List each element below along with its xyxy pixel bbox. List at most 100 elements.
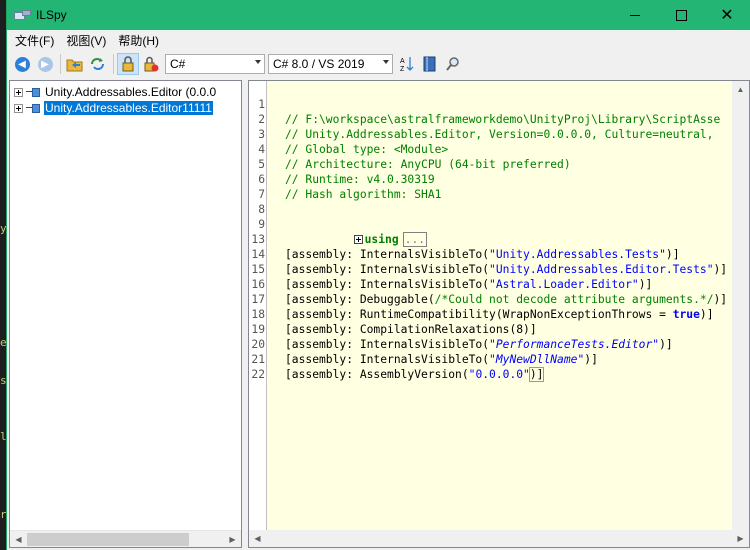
scroll-right-icon[interactable]: ▶ [732,530,749,547]
forward-button[interactable]: ▶ [34,53,56,75]
code-line: 2 // F:\workspace\astralframeworkdemo\Un… [249,112,749,127]
back-arrow-icon: ◀ [14,56,30,72]
search-button[interactable] [442,53,464,75]
search-icon [446,57,459,71]
open-button[interactable] [64,53,86,75]
code-line: 5 // Architecture: AnyCPU (64-bit prefer… [249,157,749,172]
show-all-api-toggle[interactable] [140,53,162,75]
expand-icon[interactable] [14,103,23,113]
line-number: 9 [258,218,265,231]
menu-bar: 文件(F) 视图(V) 帮助(H) [7,30,750,50]
ilspy-app-icon [14,9,31,21]
expand-icon[interactable] [14,87,23,97]
scroll-left-icon[interactable]: ◀ [249,530,266,547]
attribute-prefix: [assembly: InternalsVisibleTo( [285,353,490,366]
chevron-down-icon [383,60,389,64]
back-button[interactable]: ◀ [11,53,33,75]
title-bar[interactable]: ILSpy ✕ [7,0,750,30]
line-number: 17 [251,293,265,306]
comment-text: // Runtime: v4.0.30319 [285,173,435,186]
svg-text:Z: Z [400,66,405,73]
book-icon [423,56,436,72]
show-internal-api-toggle[interactable] [117,53,139,75]
manage-assembly-lists-button[interactable] [419,53,441,75]
scroll-track[interactable] [732,98,749,532]
line-number: 1 [258,98,265,111]
string-literal: "0.0.0.0" [468,368,530,381]
refresh-icon [91,58,104,70]
attribute-prefix: [assembly: CompilationRelaxations(8)] [285,323,537,336]
line-number: 7 [258,188,265,201]
menu-view[interactable]: 视图(V) [60,32,112,49]
comment-text: // Unity.Addressables.Editor, Version=0.… [285,128,714,141]
scroll-thumb[interactable] [27,532,189,546]
code-line: 21 [assembly: InternalsVisibleTo("MyNewD… [249,352,749,367]
attribute-prefix: [assembly: InternalsVisibleTo( [285,338,490,351]
forward-arrow-icon: ▶ [37,56,53,72]
comment-text: // Hash algorithm: SHA1 [285,188,442,201]
language-version-value: C# 8.0 / VS 2019 [273,57,365,71]
code-line: 7 // Hash algorithm: SHA1 [249,187,749,202]
lock-warning-icon [144,56,159,72]
attribute-prefix: [assembly: InternalsVisibleTo( [285,263,490,276]
code-line: 16 [assembly: InternalsVisibleTo("Astral… [249,277,749,292]
tree-item[interactable]: Unity.Addressables.Editor (0.0.0 [10,84,241,100]
comment-text: // Architecture: AnyCPU (64-bit preferre… [285,158,571,171]
line-number [249,382,265,397]
assembly-icon [26,87,40,97]
scroll-track[interactable] [27,531,224,548]
menu-file[interactable]: 文件(F) [9,32,60,49]
attribute-suffix: )] [584,353,598,366]
code-line [249,382,749,397]
line-number: 18 [251,308,265,321]
main-area: Unity.Addressables.Editor (0.0.0 Unity.A… [7,78,750,550]
attribute-suffix: )] [665,248,680,261]
assembly-icon [26,103,40,113]
scroll-left-icon[interactable]: ◀ [10,531,27,548]
attribute-suffix: )] [528,367,545,382]
expand-region-icon[interactable] [353,234,363,244]
sort-az-icon: A Z [400,57,414,73]
tree-horizontal-scrollbar[interactable]: ◀ ▶ [10,530,241,547]
tree-item[interactable]: Unity.Addressables.Editor11111 [10,100,241,116]
using-keyword: using [364,233,399,246]
scroll-right-icon[interactable]: ▶ [224,531,241,548]
code-editor[interactable]: 1 2 // F:\workspace\astralframeworkdemo\… [248,80,750,548]
language-select[interactable]: C# [165,54,265,74]
attribute-prefix: [assembly: RuntimeCompatibility(WrapNonE… [285,308,673,321]
scroll-up-icon[interactable]: ▲ [732,81,749,98]
attribute-prefix: [assembly: InternalsVisibleTo( [285,248,490,261]
language-value: C# [170,57,186,71]
chevron-down-icon [255,60,261,64]
editor-vertical-scrollbar[interactable]: ▲ [732,81,749,532]
line-number: 20 [251,338,265,351]
menu-help[interactable]: 帮助(H) [112,32,165,49]
comment-text: // F:\workspace\astralframeworkdemo\Unit… [285,113,721,126]
attribute-prefix: [assembly: AssemblyVersion( [285,368,469,381]
scroll-track[interactable] [266,530,732,547]
close-button[interactable]: ✕ [704,0,750,30]
maximize-button[interactable] [658,0,704,30]
assembly-tree[interactable]: Unity.Addressables.Editor (0.0.0 Unity.A… [9,80,242,548]
minimize-button[interactable] [612,0,658,30]
code-line: 19 [assembly: CompilationRelaxations(8)] [249,322,749,337]
attribute-prefix: [assembly: Debuggable( [285,293,435,306]
language-version-select[interactable]: C# 8.0 / VS 2019 [268,54,393,74]
toolbar-separator [113,54,114,74]
attribute-suffix: )] [699,308,714,321]
code-lines: 1 2 // F:\workspace\astralframeworkdemo\… [249,97,749,397]
toolbar: ◀ ▶ C# C# 8.0 / VS 2019 A Z [7,50,750,78]
window-title: ILSpy [36,8,67,22]
line-number: 8 [258,203,265,216]
attribute-prefix: [assembly: InternalsVisibleTo( [285,278,490,291]
comment-text: /*Could not decode attribute arguments.*… [434,293,714,306]
code-line: 20 [assembly: InternalsVisibleTo("Perfor… [249,337,749,352]
code-line: 4 // Global type: <Module> [249,142,749,157]
sort-button[interactable]: A Z [396,53,418,75]
code-line: 3 // Unity.Addressables.Editor, Version=… [249,127,749,142]
editor-horizontal-scrollbar[interactable]: ◀ ▶ [249,530,749,547]
reload-button[interactable] [87,53,109,75]
collapsed-region[interactable]: ... [402,232,428,247]
line-number: 21 [251,353,265,366]
line-number: 3 [258,128,265,141]
